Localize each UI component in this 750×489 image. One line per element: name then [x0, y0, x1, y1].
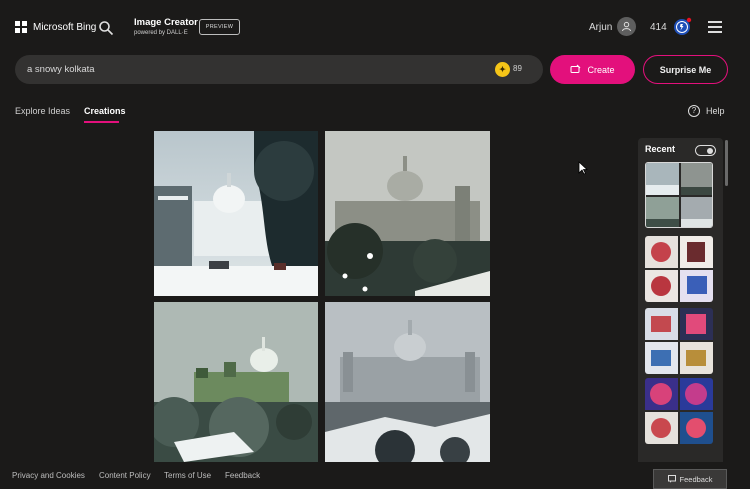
- feedback-icon: [667, 475, 676, 483]
- recent-label: Recent: [645, 144, 676, 154]
- create-button[interactable]: Create: [550, 55, 635, 84]
- generated-image-1[interactable]: [154, 131, 318, 296]
- brand-name: Microsoft Bing: [33, 21, 97, 33]
- footer-link-terms[interactable]: Terms of Use: [164, 471, 211, 480]
- recent-group-4[interactable]: [645, 378, 713, 444]
- generated-image-4[interactable]: [325, 302, 490, 462]
- search-icon[interactable]: [98, 20, 114, 36]
- surprise-me-button[interactable]: Surprise Me: [643, 55, 728, 84]
- footer-link-feedback[interactable]: Feedback: [225, 471, 260, 480]
- footer: Privacy and Cookies Content Policy Terms…: [0, 462, 750, 489]
- header: Microsoft Bing Image Creator powered by …: [0, 0, 750, 56]
- create-button-label: Create: [587, 64, 615, 75]
- mouse-cursor-icon: [578, 161, 588, 175]
- generated-image-3[interactable]: [154, 302, 318, 462]
- product-subtitle: powered by DALL·E: [134, 30, 188, 36]
- tab-explore-ideas[interactable]: Explore Ideas: [15, 106, 70, 116]
- recent-panel: Recent: [638, 138, 723, 466]
- preview-badge: PREVIEW: [199, 19, 240, 35]
- recent-group-2[interactable]: [645, 236, 713, 302]
- hamburger-menu-icon[interactable]: [708, 21, 722, 33]
- rewards-medal-icon[interactable]: [672, 17, 692, 37]
- help-button[interactable]: ? Help: [688, 105, 725, 117]
- user-avatar-icon[interactable]: [617, 17, 636, 36]
- bing-logo[interactable]: Microsoft Bing: [15, 21, 96, 33]
- footer-link-content-policy[interactable]: Content Policy: [99, 471, 151, 480]
- help-icon: ?: [688, 105, 700, 117]
- feedback-button-label: Feedback: [679, 474, 713, 484]
- active-tab-indicator: [84, 121, 119, 123]
- footer-link-privacy[interactable]: Privacy and Cookies: [12, 471, 85, 480]
- image-creator-title[interactable]: Image Creator powered by DALL·E: [134, 17, 198, 36]
- create-wand-icon: [570, 64, 581, 73]
- boost-count: 89: [513, 64, 522, 73]
- generated-image-2[interactable]: [325, 131, 490, 296]
- recent-scrollbar[interactable]: [725, 140, 728, 186]
- rewards-points[interactable]: 414: [650, 22, 667, 33]
- product-title: Image Creator: [134, 17, 198, 28]
- recent-toggle[interactable]: [695, 145, 716, 156]
- help-label: Help: [706, 106, 725, 116]
- recent-group-snowy-kolkata[interactable]: [645, 162, 713, 228]
- recent-group-3[interactable]: [645, 308, 713, 374]
- user-name[interactable]: Arjun: [589, 22, 612, 33]
- tab-creations[interactable]: Creations: [84, 106, 126, 116]
- prompt-bar: ✦ 89: [15, 55, 543, 84]
- boost-coin-icon: ✦: [495, 62, 510, 77]
- windows-logo-icon: [15, 21, 27, 33]
- prompt-input[interactable]: [27, 62, 467, 77]
- feedback-button[interactable]: Feedback: [653, 469, 727, 489]
